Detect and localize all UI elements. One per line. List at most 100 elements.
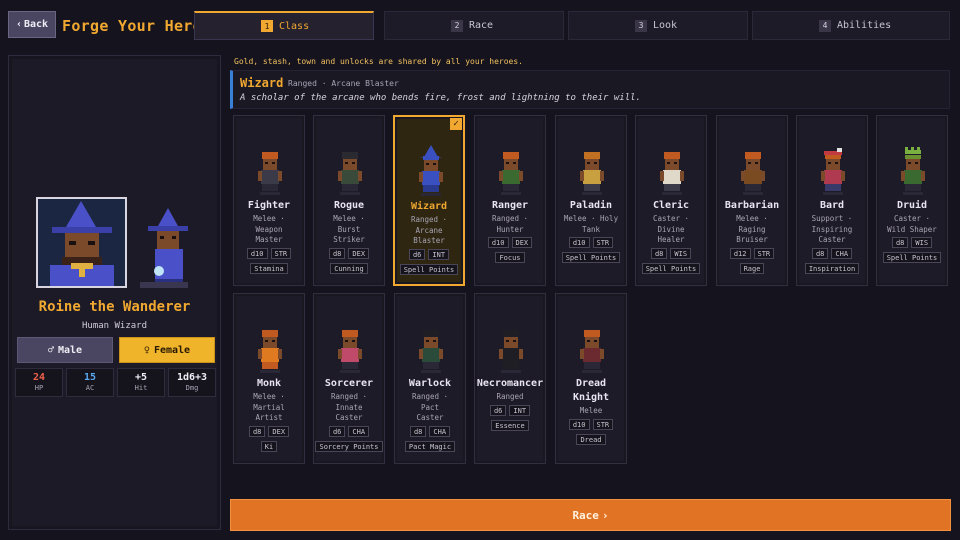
hit-die-chip: d10 xyxy=(568,237,590,248)
class-sprite-icon xyxy=(419,330,443,373)
class-sprite-icon xyxy=(580,152,604,195)
tab-class[interactable]: 1 Class xyxy=(194,11,374,40)
class-name: Ranger xyxy=(491,200,529,211)
primary-stat-chip: CHA xyxy=(348,425,370,437)
hit-die-chip: d6 xyxy=(408,248,426,260)
primary-stat-chip: WIS xyxy=(670,247,692,259)
resource-chip: Dread xyxy=(576,433,606,445)
hit-die-chip: d8 xyxy=(650,247,668,259)
class-sprite-icon xyxy=(821,148,845,195)
class-chips: d8 CHA xyxy=(797,247,867,259)
class-role-line: Ranged · xyxy=(491,214,529,223)
gender-female-label: Female xyxy=(153,344,191,356)
class-chips: d10 STR xyxy=(234,247,304,259)
class-card-bard[interactable]: Bard Support · Inspiring Caster d8 CHA Inspira… xyxy=(796,115,868,286)
resource-row: Spell Points xyxy=(395,263,463,275)
primary-stat-chip: CHA xyxy=(831,247,853,259)
class-card-druid[interactable]: Druid Caster · Wild Shaper d8 WIS Spell Point… xyxy=(876,115,948,286)
chevron-right-icon: › xyxy=(601,508,609,522)
class-role: Melee xyxy=(558,406,624,417)
class-role-line: Caster xyxy=(416,413,444,422)
resource-row: Spell Points xyxy=(636,262,706,274)
class-role-line: Melee · xyxy=(253,214,285,223)
class-role: Caster · Divine Healer xyxy=(638,214,704,246)
class-card-monk[interactable]: Monk Melee · Martial Artist d8 DEX Ki xyxy=(233,293,305,464)
resource-row: Spell Points xyxy=(877,252,947,263)
primary-stat-chip: DEX xyxy=(268,425,290,437)
class-role: Ranged · Innate Caster xyxy=(316,392,382,424)
class-name: Warlock xyxy=(408,378,452,389)
class-chips: d6 INT xyxy=(395,248,463,260)
class-role: Melee · Raging Bruiser xyxy=(719,214,785,246)
class-card-fighter[interactable]: Fighter Melee · Weapon Master d10 STR Stamina xyxy=(233,115,305,286)
back-button-label: Back xyxy=(23,19,49,30)
gender-male-button[interactable]: ♂ Male xyxy=(17,337,113,363)
class-sprite-icon xyxy=(660,152,684,195)
class-sprite-icon xyxy=(580,330,604,373)
class-role-line: Tank xyxy=(581,224,601,234)
gender-female-button[interactable]: ♀ Female xyxy=(119,337,215,363)
resource-row: Ki xyxy=(234,440,304,452)
class-card-paladin[interactable]: Paladin Melee · Holy Tank d10 STR Spell Point… xyxy=(555,115,627,286)
class-card-dread-knight[interactable]: Dread Knight Melee d10 STR Dread xyxy=(555,293,627,464)
class-role: Melee · Holy Tank xyxy=(558,214,624,235)
tab-abilities[interactable]: 4 Abilities xyxy=(752,11,950,40)
resource-chip: Focus xyxy=(495,252,525,263)
class-role-line: Inspiring xyxy=(811,224,853,234)
hit-die-chip: d8 xyxy=(811,247,829,259)
gender-male-label: Male xyxy=(57,344,83,356)
resource-row: Spell Points xyxy=(556,252,626,263)
class-chips: d10 STR xyxy=(556,418,626,430)
primary-stat-chip: STR xyxy=(592,418,614,430)
class-role-line: Burst xyxy=(337,224,361,234)
class-card-barbarian[interactable]: Barbarian Melee · Raging Bruiser d12 STR Rage xyxy=(716,115,788,286)
class-role-line: Caster · xyxy=(652,214,690,223)
tab-number: 4 xyxy=(819,19,831,32)
resource-row: Pact Magic xyxy=(395,440,465,452)
hit-die-chip: d8 xyxy=(328,247,346,259)
page-title: Forge Your Hero xyxy=(62,17,202,35)
class-card-necromancer[interactable]: Necromancer Ranged d6 INT Essence xyxy=(474,293,546,464)
class-role: Ranged · Arcane Blaster xyxy=(397,215,461,247)
class-role-line: Melee xyxy=(579,406,603,415)
class-role-line: Healer xyxy=(657,235,685,244)
class-chips: d6 INT xyxy=(475,404,545,416)
class-role: Support · Inspiring Caster xyxy=(799,214,865,246)
class-role-line: Master xyxy=(255,235,283,244)
class-role-line: Wild Shaper xyxy=(887,224,937,234)
hit-die-chip: d6 xyxy=(328,425,346,437)
class-card-cleric[interactable]: Cleric Caster · Divine Healer d8 WIS Spell Poi… xyxy=(635,115,707,286)
selected-class-tags: Ranged · Arcane Blaster xyxy=(288,79,399,88)
tab-label: Class xyxy=(279,20,310,32)
header: ‹ Back Forge Your Hero 1 Class 2 Race 3 … xyxy=(0,0,960,46)
stat-value: +5 xyxy=(134,372,148,383)
tab-number: 2 xyxy=(451,19,463,32)
hero-portrait xyxy=(36,197,127,288)
stat-hit: +5 Hit xyxy=(117,368,165,397)
class-role-line: Divine xyxy=(657,224,685,234)
class-chips: d8 WIS xyxy=(636,247,706,259)
stat-label: Dmg xyxy=(185,384,199,392)
resource-row: Stamina xyxy=(234,262,304,274)
class-role: Melee · Burst Striker xyxy=(316,214,382,246)
resource-row: Essence xyxy=(475,419,545,431)
resource-chip: Spell Points xyxy=(561,252,621,263)
class-name: Dread Knight xyxy=(572,378,610,403)
class-card-wizard[interactable]: Wizard Ranged · Arcane Blaster d6 INT Spell Po… xyxy=(393,115,465,286)
resource-chip: Spell Points xyxy=(399,263,459,275)
class-card-ranger[interactable]: Ranger Ranged · Hunter d10 DEX Focus xyxy=(474,115,546,286)
class-chips: d8 DEX xyxy=(314,247,384,259)
selected-class-description: A scholar of the arcane who bends fire, … xyxy=(240,93,641,103)
stat-label: Hit xyxy=(134,384,148,392)
class-sprite-icon xyxy=(499,152,523,195)
tab-race[interactable]: 2 Race xyxy=(384,11,564,40)
tab-look[interactable]: 3 Look xyxy=(568,11,748,40)
class-card-rogue[interactable]: Rogue Melee · Burst Striker d8 DEX Cunning xyxy=(313,115,385,286)
class-role-line: Striker xyxy=(333,235,365,244)
class-role-line: Arcane xyxy=(415,225,443,235)
next-race-button[interactable]: Race › xyxy=(230,499,951,531)
back-button[interactable]: ‹ Back xyxy=(8,11,56,38)
class-card-warlock[interactable]: Warlock Ranged · Pact Caster d8 CHA Pact Magic xyxy=(394,293,466,464)
class-card-sorcerer[interactable]: Sorcerer Ranged · Innate Caster d6 CHA Sorcery… xyxy=(313,293,385,464)
class-chips: d12 STR xyxy=(717,247,787,259)
